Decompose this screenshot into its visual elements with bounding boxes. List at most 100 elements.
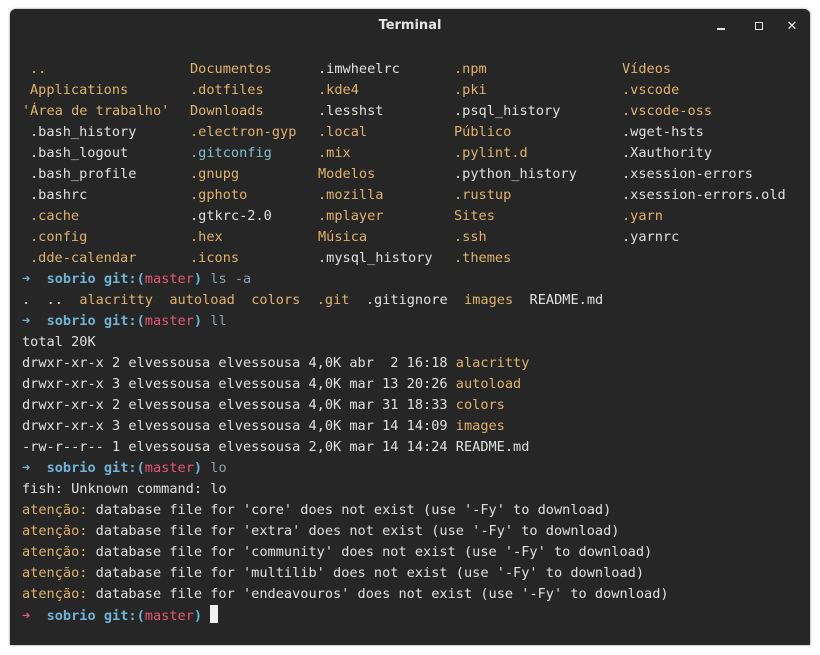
ls-entry: .gphoto [190, 187, 248, 203]
prompt-arrow-icon: ➜ [22, 608, 31, 624]
ls-a-entry: README.md [529, 292, 604, 308]
terminal-line: ➜ sobrio git:(master) ll [22, 311, 669, 332]
prompt-directory: sobrio [46, 608, 96, 624]
ls-entry: .pki [454, 82, 487, 98]
git-branch: master [144, 271, 194, 287]
git-label: git:( [103, 313, 145, 329]
ls-entry: .mplayer [318, 208, 384, 224]
prompt-arrow-icon: ➜ [22, 313, 31, 329]
ls-entry: .config [30, 229, 88, 245]
git-label: git:( [103, 460, 145, 476]
title-bar[interactable]: Terminal ✕ [10, 9, 810, 43]
prompt-directory: sobrio [46, 313, 96, 329]
terminal-line: 'Área de trabalho' Downloads .lesshst .psql… [22, 101, 712, 122]
terminal-line: atenção: database file for 'community' d… [22, 542, 669, 563]
ls-entry: .vscode [622, 82, 680, 98]
terminal-line: atenção: database file for 'core' does n… [22, 500, 669, 521]
ls-entry: .bashrc [30, 187, 88, 203]
terminal-line: .bash_logout .gitconfig .mix .pylint.d .Xaut… [22, 143, 712, 164]
maximize-button[interactable] [750, 17, 768, 35]
terminal-line: .cache .gtkrc-2.0 .mplayer Sites .yarn [22, 206, 669, 227]
ls-entry: .mozilla [318, 187, 384, 203]
ls-a-entry: . [22, 292, 31, 308]
terminal-cursor[interactable] [210, 605, 219, 623]
terminal-line: . .. alacritty autoload colors .git .git… [22, 290, 669, 311]
warning-text: database file for 'multilib' does not ex… [87, 565, 645, 581]
ll-row-meta: drwxr-xr-x 3 elvessousa elvessousa 4,0K … [22, 418, 456, 434]
close-button[interactable]: ✕ [783, 17, 801, 35]
prompt-arrow-icon: ➜ [22, 271, 31, 287]
terminal-line: drwxr-xr-x 3 elvessousa elvessousa 4,0K … [22, 416, 669, 437]
warning-label: atenção: [22, 544, 88, 560]
warning-text: database file for 'endeavouros' does not… [87, 586, 669, 602]
ls-entry: .local [318, 124, 368, 140]
minimize-button[interactable] [712, 17, 730, 35]
ls-entry: .gtkrc-2.0 [190, 208, 272, 224]
ls-entry: .dde-calendar [30, 250, 137, 266]
ls-entry: .ssh [454, 229, 487, 245]
command-text: ll [210, 313, 227, 329]
ls-entry: .themes [454, 250, 512, 266]
ls-entry: Sites [454, 208, 495, 224]
terminal-line: atenção: database file for 'extra' does … [22, 521, 669, 542]
ll-row-name: alacritty [455, 355, 530, 371]
ll-row-name: colors [455, 397, 505, 413]
terminal-window: Terminal ✕ .. Documentos .imwheelrc .npm Víd… [10, 9, 810, 645]
terminal-line: atenção: database file for 'multilib' do… [22, 563, 669, 584]
warning-label: atenção: [22, 502, 88, 518]
terminal-line: .bash_history .electron-gyp .local Público.… [22, 122, 704, 143]
ls-entry: .lesshst [318, 103, 384, 119]
terminal-line: -rw-r--r-- 1 elvessousa elvessousa 2,0K … [22, 437, 669, 458]
ls-entry: .python_history [454, 166, 577, 182]
ls-entry: .xsession-errors.old [622, 187, 786, 203]
warning-text: database file for 'community' does not e… [87, 544, 653, 560]
warning-label: atenção: [22, 586, 88, 602]
terminal-line: ➜ sobrio git:(master) ls -a [22, 269, 669, 290]
ll-row-meta: drwxr-xr-x 3 elvessousa elvessousa 4,0K … [22, 376, 456, 392]
ls-entry: Downloads [190, 103, 264, 119]
git-branch: master [144, 313, 194, 329]
ls-a-entry: .. [46, 292, 63, 308]
ls-entry: Applications [30, 82, 129, 98]
ls-entry: Modelos [318, 166, 376, 182]
ll-row-name: README.md [455, 439, 530, 455]
terminal-line: .bashrc .gphoto .mozilla .rustup .xsession-e… [22, 185, 786, 206]
ls-entry: Público [454, 124, 512, 140]
minimize-icon [717, 28, 725, 30]
warning-label: atenção: [22, 523, 88, 539]
ls-entry: .gnupg [190, 166, 240, 182]
ls-a-entry: alacritty [79, 292, 153, 308]
terminal-line: drwxr-xr-x 3 elvessousa elvessousa 4,0K … [22, 374, 669, 395]
terminal-line: ➜ sobrio git:(master) lo [22, 458, 669, 479]
window-title: Terminal [378, 18, 442, 33]
ls-entry: .pylint.d [454, 145, 528, 161]
ls-entry: .dotfiles [190, 82, 264, 98]
ls-entry: Vídeos [622, 61, 672, 77]
ls-entry: .cache [30, 208, 80, 224]
ls-entry: .. [30, 61, 47, 77]
terminal-line: .. Documentos .imwheelrc .npm Vídeos [22, 59, 672, 80]
ls-entry: .xsession-errors [622, 166, 753, 182]
terminal-line: ➜ sobrio git:(master) [22, 605, 669, 626]
terminal-line: drwxr-xr-x 2 elvessousa elvessousa 4,0K … [22, 353, 669, 374]
git-label-close: ) [193, 460, 203, 476]
terminal-line: .bash_profile .gnupg Modelos .python_histor… [22, 164, 753, 185]
git-branch: master [144, 460, 194, 476]
ll-row-meta: -rw-r--r-- 1 elvessousa elvessousa 2,0K … [22, 439, 456, 455]
terminal-output[interactable]: .. Documentos .imwheelrc .npm Vídeos Applicat… [22, 59, 786, 626]
ls-entry: .vscode-oss [622, 103, 713, 119]
error-message: fish: Unknown command: lo [22, 481, 227, 497]
command-text: lo [210, 460, 227, 476]
ll-row-name: autoload [455, 376, 522, 392]
git-label-close: ) [193, 608, 203, 624]
